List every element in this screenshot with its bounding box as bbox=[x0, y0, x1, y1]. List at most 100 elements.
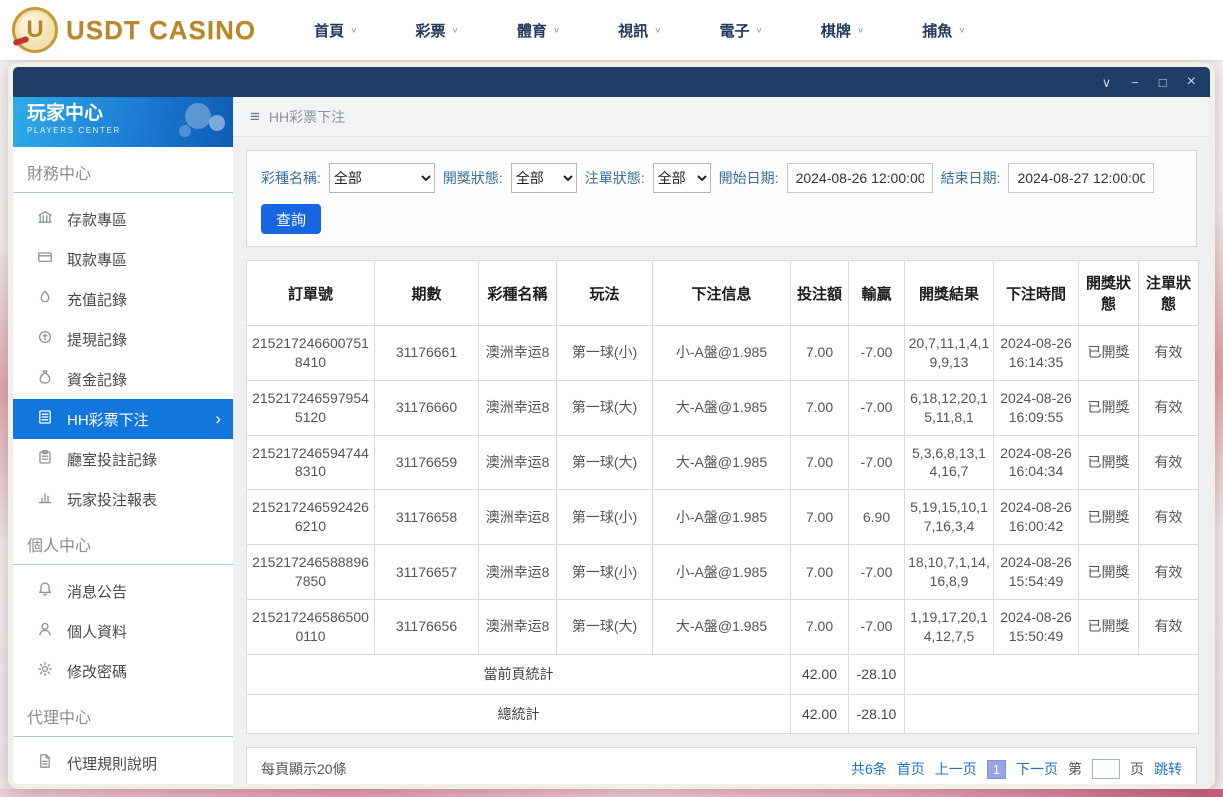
table-cell: 已開獎 bbox=[1078, 544, 1139, 600]
sidebar: 玩家中心 PLAYERS CENTER 財務中心 存款專區 取款專區 充值記錄 提現記錄… bbox=[13, 97, 233, 784]
sidebar-item-funds-record[interactable]: 資金記錄 bbox=[13, 359, 233, 399]
gear-icon bbox=[37, 661, 53, 681]
nav-item-video[interactable]: 視訊 ∨ bbox=[618, 20, 661, 41]
table-cell: 7.00 bbox=[790, 325, 849, 381]
table-row: 2152172465979545120 31176660 澳洲幸运8 第一球(大) 大-… bbox=[246, 379, 1199, 436]
nav-item-chess[interactable]: 棋牌 ∨ bbox=[821, 20, 864, 41]
table-cell: 已開獎 bbox=[1078, 325, 1139, 381]
table-cell: 31176657 bbox=[374, 544, 479, 600]
nav-item-fishing[interactable]: 捕魚 ∨ bbox=[922, 20, 965, 41]
order-status-select[interactable]: 全部 bbox=[652, 163, 711, 193]
table-row: 2152172465865000110 31176656 澳洲幸运8 第一球(大) 大-… bbox=[246, 598, 1199, 655]
current-page-badge[interactable]: 1 bbox=[986, 759, 1006, 779]
table-cell: 20,7,11,1,4,19,9,13 bbox=[904, 325, 994, 381]
column-header: 開獎結果 bbox=[904, 260, 994, 326]
end-date-input[interactable] bbox=[1008, 163, 1155, 193]
table-cell: 有效 bbox=[1138, 325, 1199, 381]
chevron-down-icon: ∨ bbox=[350, 25, 358, 35]
table-cell: 2152172465947448310 bbox=[246, 434, 375, 491]
page-jump-input[interactable] bbox=[1092, 759, 1120, 780]
column-header: 輸贏 bbox=[848, 260, 905, 326]
window-collapse-icon[interactable]: ∨ bbox=[1102, 76, 1112, 89]
summary-label: 總統計 bbox=[246, 693, 791, 735]
nav-item-label: 捕魚 bbox=[922, 22, 953, 40]
bets-table-panel: 訂單號 期數 彩種名稱 玩法 下注信息 投注額 輸贏 開獎結果 下注時間 開獎狀態 注單狀態 2152… bbox=[246, 260, 1199, 735]
nav-item-label: 視訊 bbox=[618, 22, 649, 40]
start-date-input[interactable] bbox=[786, 163, 933, 193]
table-header-row: 訂單號 期數 彩種名稱 玩法 下注信息 投注額 輸贏 開獎結果 下注時間 開獎狀態 注單狀態 bbox=[246, 260, 1199, 326]
table-row: 2152172465924266210 31176658 澳洲幸运8 第一球(小) 小-… bbox=[246, 489, 1199, 546]
app-window: ∨ − □ × 玩家中心 PLAYERS CENTER 財務中心 存款專區 取款專區… bbox=[8, 62, 1215, 789]
draw-status-select[interactable]: 全部 bbox=[510, 163, 577, 193]
table-cell: 小-A盤@1.985 bbox=[652, 325, 791, 381]
column-header: 注單狀態 bbox=[1138, 260, 1199, 326]
sidebar-item-withdraw[interactable]: 取款專區 bbox=[13, 239, 233, 279]
sidebar-item-label: 玩家投注報表 bbox=[67, 491, 158, 509]
table-cell: -7.00 bbox=[848, 598, 905, 655]
nav-item-label: 首頁 bbox=[314, 22, 345, 40]
first-page-link[interactable]: 首页 bbox=[897, 759, 925, 779]
table-cell: 5,3,6,8,13,14,16,7 bbox=[904, 434, 994, 491]
table-cell: 31176661 bbox=[374, 325, 479, 381]
nav-item-label: 彩票 bbox=[415, 22, 446, 40]
sidebar-item-label: 取款專區 bbox=[67, 251, 128, 269]
coin-icon bbox=[37, 329, 53, 349]
table-cell: 小-A盤@1.985 bbox=[652, 489, 791, 546]
sidebar-item-hall-bet-record[interactable]: 廳室投註記錄 bbox=[13, 439, 233, 479]
table-cell: 澳洲幸运8 bbox=[478, 544, 557, 600]
window-minimize-icon[interactable]: − bbox=[1131, 76, 1139, 89]
doc-icon bbox=[37, 753, 53, 773]
table-cell: 31176658 bbox=[374, 489, 479, 546]
nav-item-home[interactable]: 首頁 ∨ bbox=[314, 20, 357, 41]
sidebar-item-label: 資金記錄 bbox=[67, 371, 128, 389]
table-cell: 澳洲幸运8 bbox=[478, 598, 557, 655]
table-cell: 2024-08-26 16:14:35 bbox=[993, 325, 1079, 381]
nav-item-label: 電子 bbox=[719, 22, 750, 40]
table-row: 2152172465888967850 31176657 澳洲幸运8 第一球(小) 小-… bbox=[246, 544, 1199, 600]
sidebar-item-player-bet-report[interactable]: 玩家投注報表 bbox=[13, 479, 233, 519]
order-status-label: 注單狀態: bbox=[584, 170, 645, 186]
end-date-label: 結束日期: bbox=[940, 170, 1001, 186]
table-cell: 已開獎 bbox=[1078, 434, 1139, 491]
next-page-link[interactable]: 下一页 bbox=[1016, 759, 1058, 779]
sidebar-item-deposit[interactable]: 存款專區 bbox=[13, 199, 233, 239]
table-cell: 31176660 bbox=[374, 379, 479, 436]
table-cell: 2024-08-26 16:00:42 bbox=[993, 489, 1079, 546]
prev-page-link[interactable]: 上一页 bbox=[935, 759, 977, 779]
table-cell: 第一球(大) bbox=[556, 434, 653, 491]
clipboard-icon bbox=[37, 449, 53, 469]
section-title-finance: 財務中心 bbox=[13, 147, 233, 193]
column-header: 投注額 bbox=[790, 260, 849, 326]
table-cell: 2024-08-26 15:50:49 bbox=[993, 598, 1079, 655]
sidebar-item-notice[interactable]: 消息公告 bbox=[13, 571, 233, 611]
card-icon bbox=[37, 249, 53, 269]
sidebar-item-agent-rules[interactable]: 代理規則說明 bbox=[13, 743, 233, 783]
sidebar-item-hh-lottery-bets[interactable]: HH彩票下注 › bbox=[13, 399, 233, 439]
summary-row: 當前頁統計 42.00 -28.10 bbox=[246, 653, 1199, 695]
window-maximize-icon[interactable]: □ bbox=[1159, 76, 1167, 89]
table-cell: 31176659 bbox=[374, 434, 479, 491]
summary-empty-cell bbox=[904, 693, 1199, 735]
lottery-name-select[interactable]: 全部 bbox=[328, 163, 435, 193]
table-cell: 第一球(小) bbox=[556, 325, 653, 381]
sidebar-item-recharge-record[interactable]: 充值記錄 bbox=[13, 279, 233, 319]
sidebar-item-label: 代理規則說明 bbox=[67, 755, 158, 773]
table-cell: 2024-08-26 16:09:55 bbox=[993, 379, 1079, 436]
nav-item-sports[interactable]: 體育 ∨ bbox=[517, 20, 560, 41]
table-cell: 已開獎 bbox=[1078, 598, 1139, 655]
search-button[interactable]: 查詢 bbox=[261, 204, 322, 234]
table-cell: 7.00 bbox=[790, 598, 849, 655]
table-cell: 澳洲幸运8 bbox=[478, 325, 557, 381]
table-cell: 小-A盤@1.985 bbox=[652, 544, 791, 600]
bets-table: 訂單號 期數 彩種名稱 玩法 下注信息 投注額 輸贏 開獎結果 下注時間 開獎狀態 注單狀態 2152… bbox=[246, 260, 1199, 735]
window-close-icon[interactable]: × bbox=[1187, 74, 1196, 90]
sidebar-item-profile[interactable]: 個人資料 bbox=[13, 611, 233, 651]
table-cell: 2152172465979545120 bbox=[246, 379, 375, 436]
menu-icon[interactable]: ≡ bbox=[250, 107, 260, 127]
nav-item-lottery[interactable]: 彩票 ∨ bbox=[415, 20, 458, 41]
jump-button[interactable]: 跳转 bbox=[1154, 759, 1182, 779]
sidebar-item-change-password[interactable]: 修改密碼 bbox=[13, 651, 233, 691]
site-logo[interactable]: U USDT CASINO bbox=[12, 7, 256, 53]
nav-item-electronic[interactable]: 電子 ∨ bbox=[720, 20, 763, 41]
sidebar-item-withdraw-record[interactable]: 提現記錄 bbox=[13, 319, 233, 359]
